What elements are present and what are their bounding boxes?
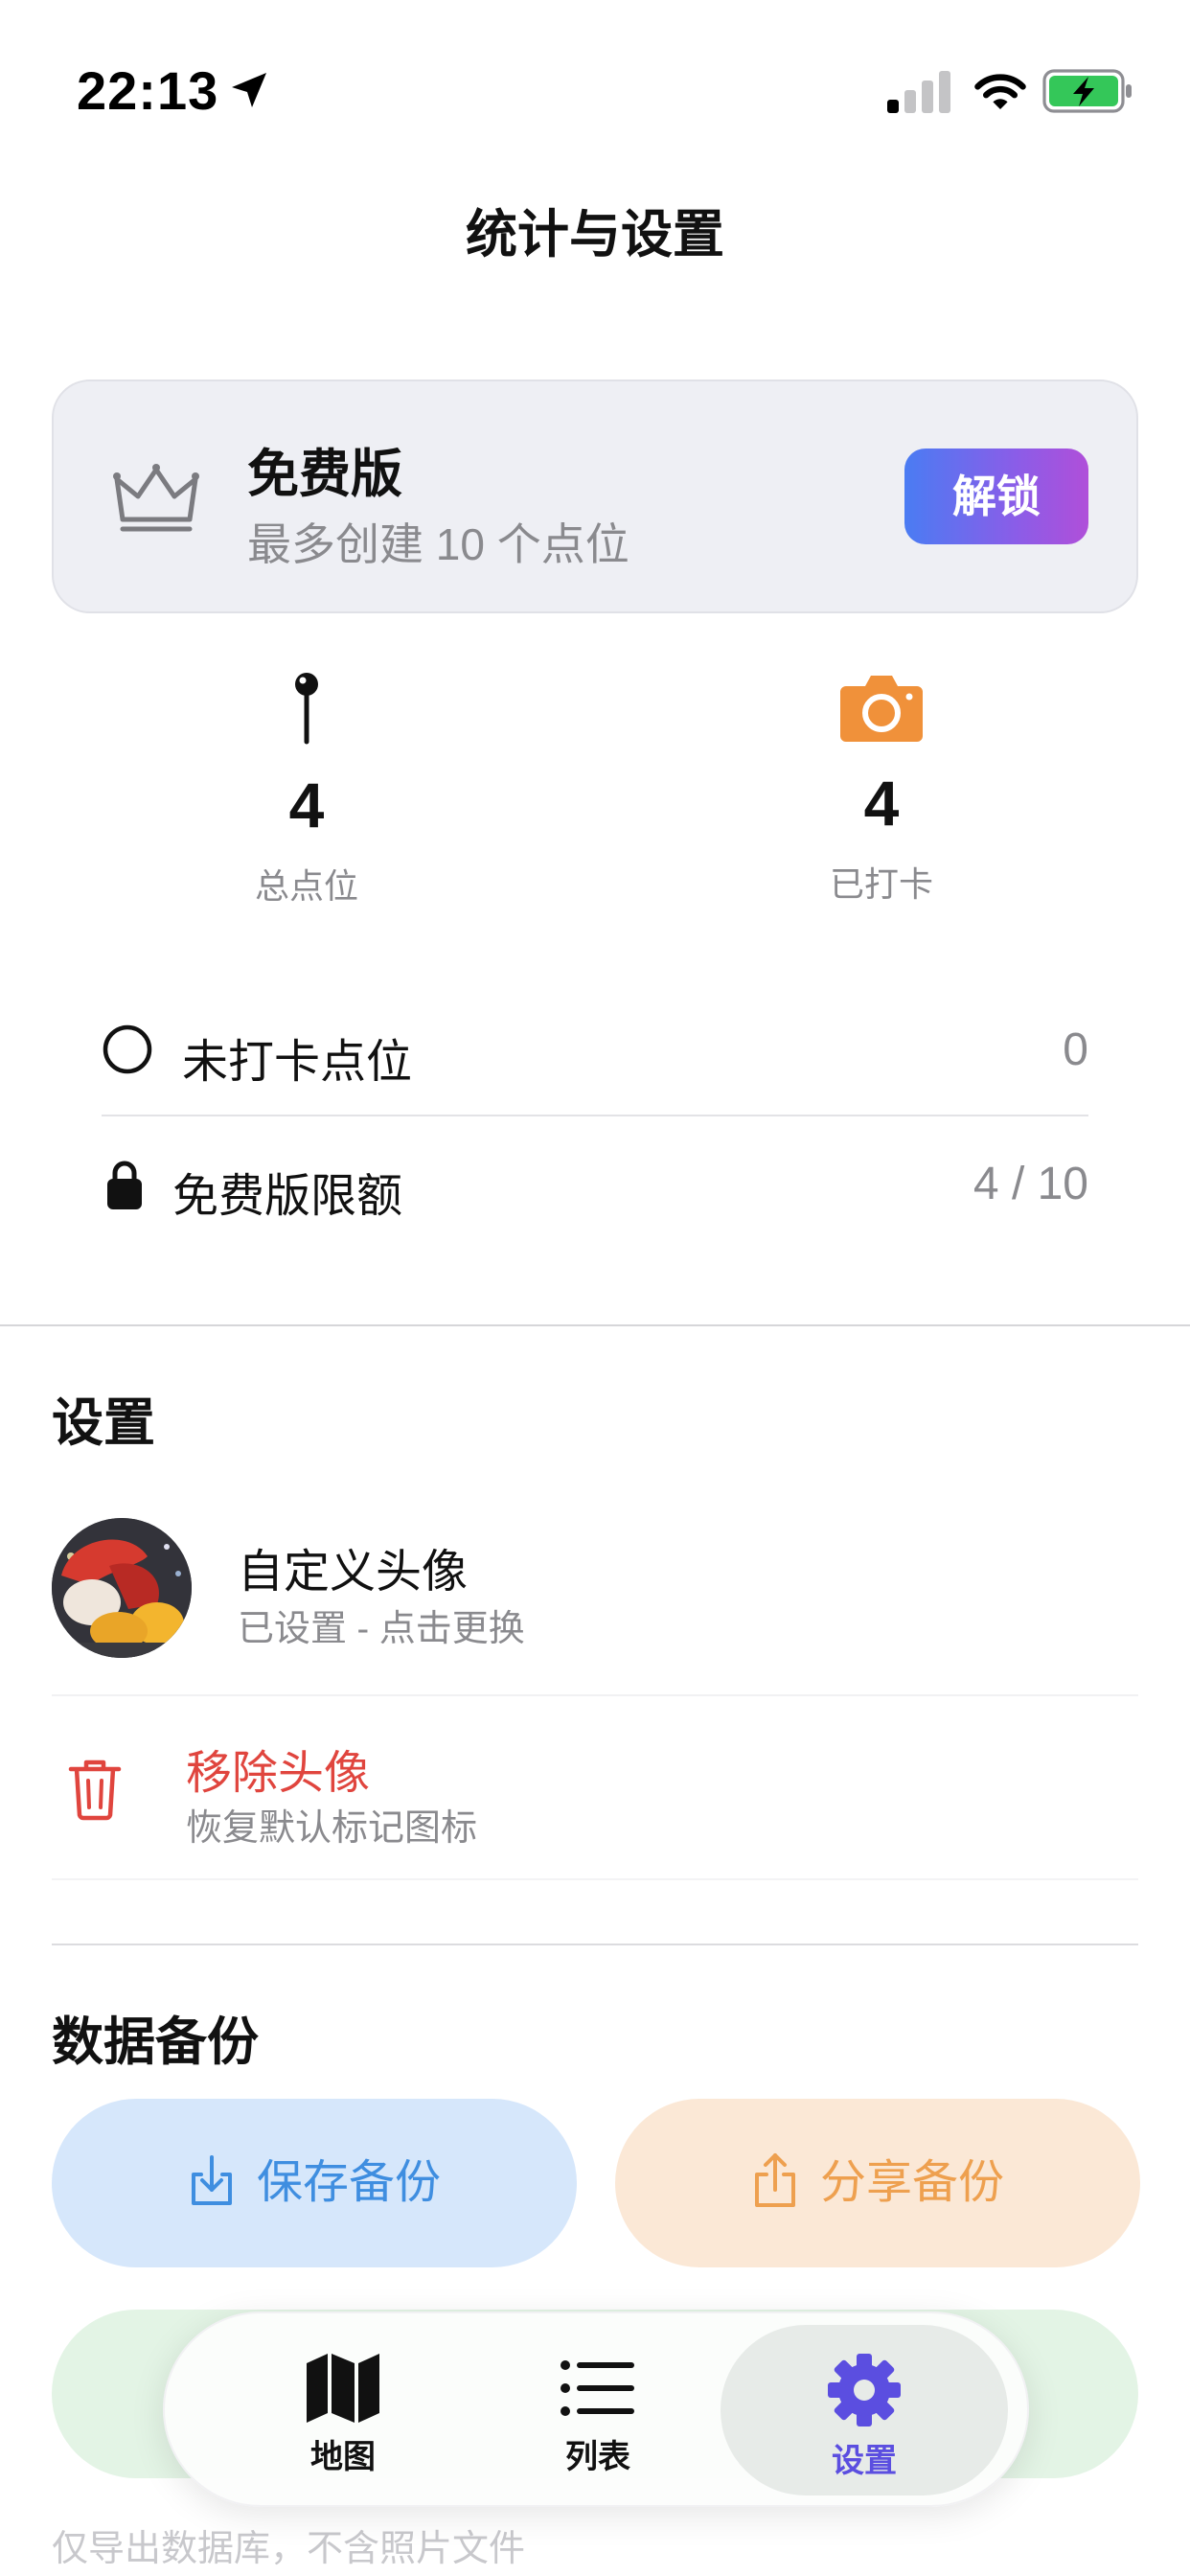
plan-title: 免费版 [247, 446, 402, 503]
unchecked-points-label: 未打卡点位 [182, 1037, 413, 1088]
status-time: 22:13 [77, 60, 219, 121]
page-title: 统计与设置 [466, 206, 724, 264]
share-backup-button[interactable]: 分享备份 [615, 2099, 1140, 2267]
battery-charging-icon [1042, 69, 1132, 113]
divider [52, 1694, 1138, 1696]
location-arrow-icon [232, 73, 266, 107]
stat-value: 4 [863, 768, 900, 839]
tab-bar: 地图 列表 设置 [163, 2312, 1029, 2507]
tab-list[interactable]: 列表 [454, 2325, 742, 2496]
camera-icon [840, 676, 923, 742]
pin-icon [295, 673, 318, 745]
save-backup-label: 保存备份 [256, 2157, 441, 2208]
plan-subtitle: 最多创建 10 个点位 [247, 519, 629, 569]
status-bar: 22:13 [0, 0, 1190, 182]
lock-icon [107, 1161, 142, 1209]
unchecked-points-value: 0 [1063, 1024, 1088, 1075]
stat-value: 4 [288, 770, 325, 840]
remove-avatar-subtitle: 恢复默认标记图标 [186, 1808, 478, 1849]
divider [102, 1115, 1088, 1116]
tab-map[interactable]: 地图 [199, 2325, 487, 2496]
plan-card: 免费版 最多创建 10 个点位 解锁 [52, 380, 1138, 613]
stat-label: 已打卡 [829, 864, 933, 904]
share-icon [754, 2153, 795, 2208]
avatar [52, 1518, 192, 1658]
section-separator [0, 1324, 1190, 1326]
wifi-icon [974, 74, 1026, 109]
map-icon [307, 2354, 379, 2423]
circle-icon [103, 1024, 152, 1074]
share-backup-label: 分享备份 [819, 2157, 1004, 2208]
gear-icon [828, 2354, 901, 2426]
backup-hint: 仅导出数据库，不含照片文件 [52, 2529, 526, 2569]
stat-label: 总点位 [254, 866, 358, 906]
tab-settings[interactable]: 设置 [721, 2325, 1008, 2496]
backup-section-title: 数据备份 [52, 2013, 259, 2071]
tab-label: 设置 [832, 2443, 897, 2479]
stat-checked-in: 4 已打卡 [738, 671, 1025, 907]
free-quota-label: 免费版限额 [172, 1171, 403, 1222]
tab-label: 地图 [310, 2439, 376, 2475]
tab-label: 列表 [565, 2439, 630, 2475]
save-backup-button[interactable]: 保存备份 [52, 2099, 577, 2267]
divider [52, 1944, 1138, 1945]
settings-section-title: 设置 [52, 1394, 155, 1452]
download-icon [191, 2155, 232, 2206]
free-quota-value: 4 / 10 [973, 1159, 1088, 1209]
stat-total-points: 4 总点位 [163, 669, 450, 908]
cellular-signal-icon [887, 71, 950, 113]
custom-avatar-subtitle: 已设置 - 点击更换 [238, 1609, 525, 1649]
crown-icon [113, 464, 199, 532]
list-icon [561, 2360, 634, 2416]
unlock-button[interactable]: 解锁 [904, 448, 1088, 544]
unchecked-points-row: 未打卡点位 0 [102, 991, 1088, 1106]
remove-avatar-title: 移除头像 [186, 1748, 371, 1799]
trash-icon [68, 1760, 122, 1821]
custom-avatar-title: 自定义头像 [238, 1547, 469, 1598]
free-quota-row: 免费版限额 4 / 10 [102, 1125, 1088, 1240]
divider [52, 1878, 1138, 1880]
